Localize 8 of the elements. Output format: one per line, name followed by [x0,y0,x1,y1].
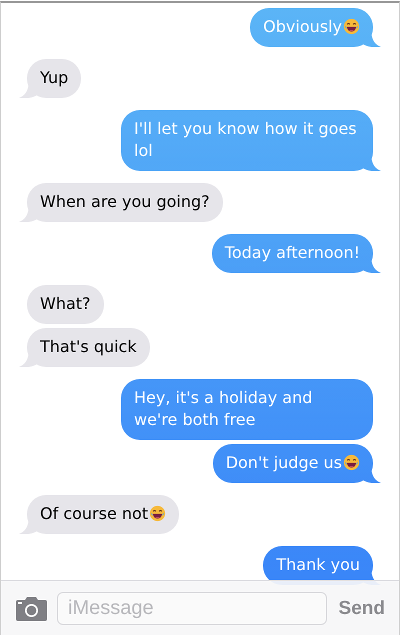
laughing-face-icon [343,454,360,471]
sent-message-bubble: Hey, it's a holiday and we're both free [121,379,373,440]
received-message-bubble: What? [27,285,104,324]
send-button[interactable]: Send [336,598,385,620]
message-field[interactable]: iMessage [57,592,327,625]
camera-icon[interactable] [16,596,47,620]
laughing-face-icon [149,505,166,522]
laughing-face-icon [343,18,360,35]
